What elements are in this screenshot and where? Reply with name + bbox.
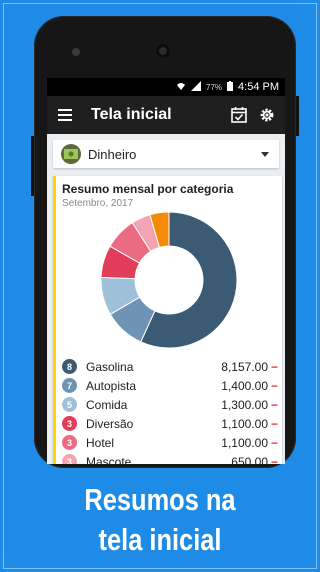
count-badge: 8: [62, 359, 77, 374]
settings-gear-icon[interactable]: [253, 96, 281, 134]
legend-row[interactable]: 8 Gasolina 8,157.00−: [62, 357, 278, 376]
category-donut-chart: [100, 211, 238, 349]
phone-sensor: [72, 48, 80, 56]
count-badge: 3: [62, 435, 77, 450]
summary-period: Setembro, 2017: [62, 198, 134, 209]
app-toolbar: Tela inicial: [47, 96, 285, 134]
status-bar: 77% 4:54 PM: [47, 78, 285, 96]
category-label: Mascote: [86, 454, 132, 465]
clock: 4:54 PM: [238, 81, 279, 93]
promo-caption-line-1: Resumos na: [84, 482, 236, 517]
battery-icon: [227, 80, 234, 94]
expense-sign: −: [270, 435, 278, 450]
category-label: Gasolina: [86, 359, 134, 374]
phone-side-button: [31, 136, 34, 196]
calendar-check-icon[interactable]: [225, 96, 253, 134]
wallet-icon: [61, 144, 81, 164]
account-selector[interactable]: Dinheiro: [53, 140, 279, 168]
expense-sign: −: [270, 416, 278, 431]
expense-sign: −: [270, 359, 278, 374]
count-badge: 5: [62, 397, 77, 412]
expense-sign: −: [270, 397, 278, 412]
category-amount: 1,100.00: [221, 435, 268, 450]
count-badge: 3: [62, 454, 77, 464]
promo-background: 77% 4:54 PM Tela inicial Dinheiro Resumo…: [0, 0, 320, 572]
dropdown-arrow-icon: [261, 151, 269, 157]
category-legend: 8 Gasolina 8,157.00−7 Autopista 1,400.00−5 Co…: [62, 357, 278, 464]
legend-row[interactable]: 3 Hotel 1,100.00−: [62, 433, 278, 452]
category-label: Comida: [86, 397, 128, 412]
category-amount: 1,400.00: [221, 378, 268, 393]
promo-caption-line-2: tela inicial: [98, 522, 222, 557]
category-label: Diversão: [86, 416, 134, 431]
category-label: Autopista: [86, 378, 137, 393]
expense-sign: −: [270, 378, 278, 393]
category-amount: 650.00: [231, 454, 268, 465]
phone-camera: [156, 44, 170, 58]
wifi-icon: [176, 81, 186, 94]
legend-row[interactable]: 7 Autopista 1,400.00−: [62, 376, 278, 395]
legend-row[interactable]: 3 Mascote 650.00−: [62, 452, 278, 464]
category-amount: 8,157.00: [221, 359, 268, 374]
expense-sign: −: [270, 454, 278, 465]
category-amount: 1,100.00: [221, 416, 268, 431]
legend-row[interactable]: 3 Diversão 1,100.00−: [62, 414, 278, 433]
phone-power-button: [296, 96, 299, 136]
summary-card[interactable]: Resumo mensal por categoria Setembro, 20…: [53, 176, 282, 464]
count-badge: 3: [62, 416, 77, 431]
account-selector-label: Dinheiro: [88, 146, 137, 162]
legend-row[interactable]: 5 Comida 1,300.00−: [62, 395, 278, 414]
battery-percent: 77%: [206, 82, 223, 92]
count-badge: 7: [62, 378, 77, 393]
summary-title: Resumo mensal por categoria: [62, 182, 234, 196]
signal-icon: [191, 80, 202, 94]
menu-icon[interactable]: [47, 96, 83, 134]
category-amount: 1,300.00: [221, 397, 268, 412]
page-title: Tela inicial: [91, 106, 172, 123]
phone-screen: 77% 4:54 PM Tela inicial Dinheiro Resumo…: [47, 78, 285, 464]
category-label: Hotel: [86, 435, 115, 450]
